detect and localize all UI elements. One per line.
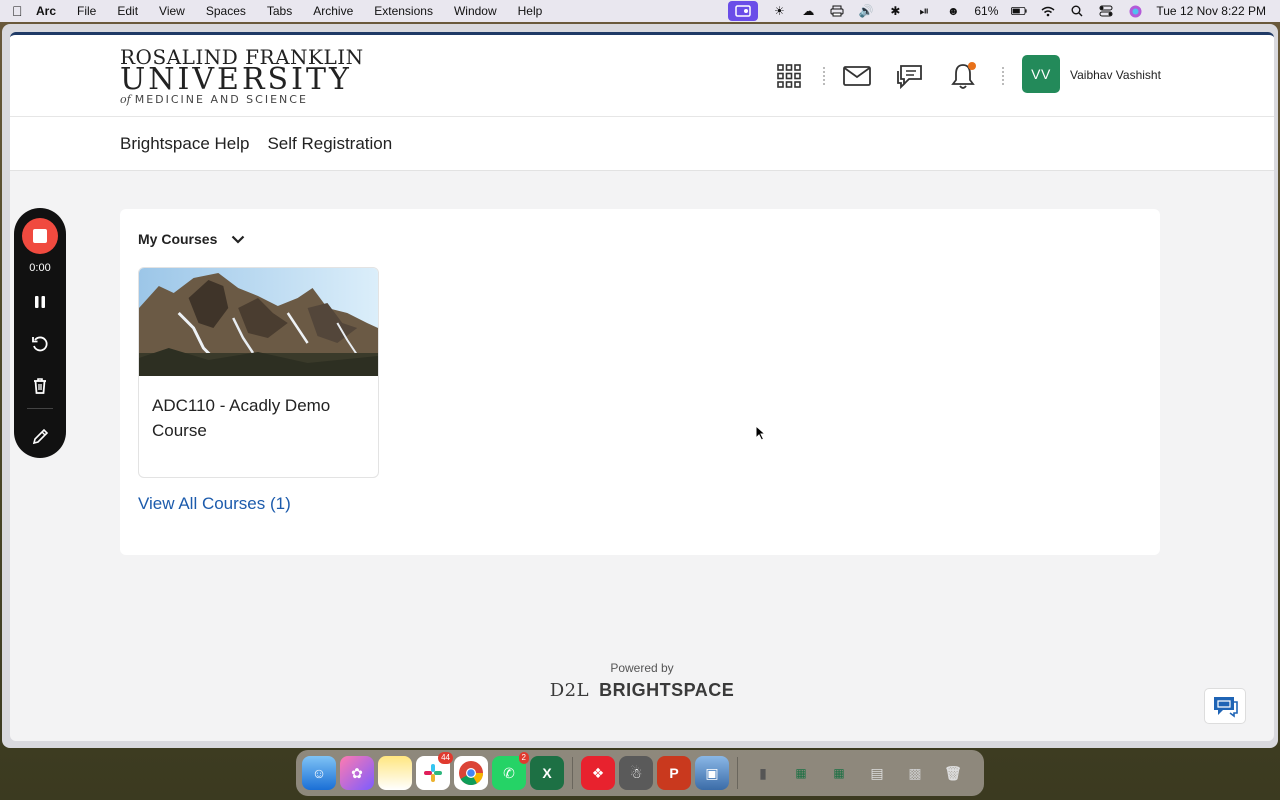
excel-icon[interactable]: X (530, 756, 564, 790)
stop-recording-button[interactable] (22, 218, 58, 254)
user-name[interactable]: Vaibhav Vashisht (1070, 68, 1161, 82)
web-content: ROSALIND FRANKLIN UNIVERSITY of MEDICINE … (10, 32, 1274, 741)
logo-line-3-text: MEDICINE AND SCIENCE (134, 93, 308, 106)
user-account-icon[interactable]: ☻ (945, 4, 961, 18)
menu-view[interactable]: View (159, 4, 185, 18)
battery-percent: 61% (974, 4, 999, 18)
view-all-courses-link[interactable]: View All Courses (1) (138, 494, 291, 514)
sun-icon[interactable]: ☀ (771, 4, 787, 18)
menu-archive[interactable]: Archive (313, 4, 353, 18)
screenshots-stack-icon[interactable]: ▩ (898, 756, 932, 790)
delete-button[interactable] (25, 372, 55, 400)
folder-stack-icon[interactable]: ▤ (860, 756, 894, 790)
widget-title-text: My Courses (138, 231, 218, 247)
recording-time: 0:00 (29, 262, 51, 274)
course-title[interactable]: ADC110 - Acadly Demo Course (152, 393, 362, 443)
gimp-icon[interactable]: ☃ (619, 756, 653, 790)
email-icon[interactable] (842, 61, 872, 91)
notification-badge (968, 62, 976, 70)
apple-icon[interactable]:  (12, 3, 36, 19)
whatsapp-badge: 2 (518, 752, 529, 764)
recording-toolbar: 0:00 (14, 208, 66, 458)
screen-recorder-icon[interactable] (728, 1, 759, 21)
menubar-clock[interactable]: Tue 12 Nov 8:22 PM (1156, 4, 1266, 18)
brightspace-logo[interactable]: D2L BRIGHTSPACE (10, 680, 1274, 701)
restart-button[interactable] (25, 330, 55, 358)
wifi-icon[interactable] (1040, 4, 1056, 18)
logo-line-2: UNIVERSITY (120, 62, 352, 97)
nav-bar: Brightspace Help Self Registration (10, 117, 1274, 171)
chat-icon[interactable] (895, 61, 925, 91)
toolbar-divider (27, 408, 53, 409)
dock-separator (737, 757, 738, 789)
notes-icon[interactable] (378, 756, 412, 790)
search-icon[interactable] (1069, 4, 1085, 18)
brightspace-text: BRIGHTSPACE (599, 680, 735, 700)
header-separator (823, 67, 825, 85)
slack-badge: 44 (438, 752, 453, 764)
arc-browser-icon[interactable]: ✿ (340, 756, 374, 790)
chat-support-button[interactable] (1204, 688, 1246, 724)
excel-file-icon[interactable]: ▦ (784, 756, 818, 790)
chat-bubble-icon (1214, 697, 1238, 718)
browser-window: ROSALIND FRANKLIN UNIVERSITY of MEDICINE … (2, 24, 1278, 748)
chrome-icon[interactable] (454, 756, 488, 790)
restart-icon (32, 336, 48, 352)
menu-edit[interactable]: Edit (117, 4, 138, 18)
nav-link-brightspace-help[interactable]: Brightspace Help (120, 134, 249, 154)
excel-file-2-icon[interactable]: ▦ (822, 756, 856, 790)
powered-by-text: Powered by (610, 661, 674, 675)
app-launcher-icon[interactable] (774, 61, 804, 91)
dock: ☺ ✿ 44 ✆ 2 X ❖ ☃ P ▣ ▮ ▦ ▦ ▤ ▩ 🗑 (296, 750, 984, 796)
menu-window[interactable]: Window (454, 4, 497, 18)
menu-help[interactable]: Help (518, 4, 543, 18)
pause-icon (35, 296, 45, 308)
menu-app-name[interactable]: Arc (36, 4, 56, 18)
bluetooth-icon[interactable]: ✱ (887, 4, 903, 18)
whatsapp-icon[interactable]: ✆ 2 (492, 752, 529, 790)
logo-of: of (120, 93, 131, 106)
dock-separator (572, 757, 573, 789)
university-logo[interactable]: ROSALIND FRANKLIN UNIVERSITY of MEDICINE … (120, 47, 364, 106)
menu-extensions[interactable]: Extensions (374, 4, 433, 18)
chevron-down-icon[interactable] (231, 235, 245, 244)
mouse-cursor-icon (755, 425, 767, 441)
nav-link-self-registration[interactable]: Self Registration (267, 134, 392, 154)
anydesk-icon[interactable]: ❖ (581, 756, 615, 790)
menu-bar:  Arc File Edit View Spaces Tabs Archive… (0, 0, 1280, 22)
pencil-icon (32, 428, 49, 445)
slack-icon[interactable]: 44 (416, 752, 453, 790)
header-separator (1002, 67, 1004, 85)
volume-icon[interactable]: 🔊 (858, 4, 874, 18)
usb-drive-icon[interactable]: ▮ (746, 756, 780, 790)
battery-icon[interactable] (1011, 4, 1027, 18)
powerpoint-icon[interactable]: P (657, 756, 691, 790)
pause-button[interactable] (25, 288, 55, 316)
course-image-mountains (139, 268, 378, 376)
site-header: ROSALIND FRANKLIN UNIVERSITY of MEDICINE … (10, 35, 1274, 117)
widget-title[interactable]: My Courses (138, 231, 245, 247)
menu-tabs[interactable]: Tabs (267, 4, 292, 18)
cloud-icon[interactable]: ☁ (800, 4, 816, 18)
my-courses-widget: My Courses ADC110 - Acadly Demo Course V… (120, 209, 1160, 555)
siri-icon[interactable] (1127, 4, 1143, 18)
play-icon[interactable]: ⏯ (916, 4, 932, 18)
draw-button[interactable] (25, 423, 55, 451)
preview-icon[interactable]: ▣ (695, 756, 729, 790)
d2l-text: D2L (549, 680, 590, 701)
course-card[interactable]: ADC110 - Acadly Demo Course (138, 267, 379, 478)
stop-icon (33, 229, 47, 243)
printer-icon[interactable] (829, 4, 845, 18)
menu-file[interactable]: File (77, 4, 96, 18)
menu-spaces[interactable]: Spaces (206, 4, 246, 18)
trash-icon (34, 378, 46, 394)
control-center-icon[interactable] (1098, 4, 1114, 18)
notification-bell-icon[interactable] (948, 61, 978, 91)
trash-bin-icon[interactable]: 🗑 (936, 756, 970, 790)
user-avatar[interactable]: VV (1022, 55, 1060, 93)
finder-icon[interactable]: ☺ (302, 756, 336, 790)
